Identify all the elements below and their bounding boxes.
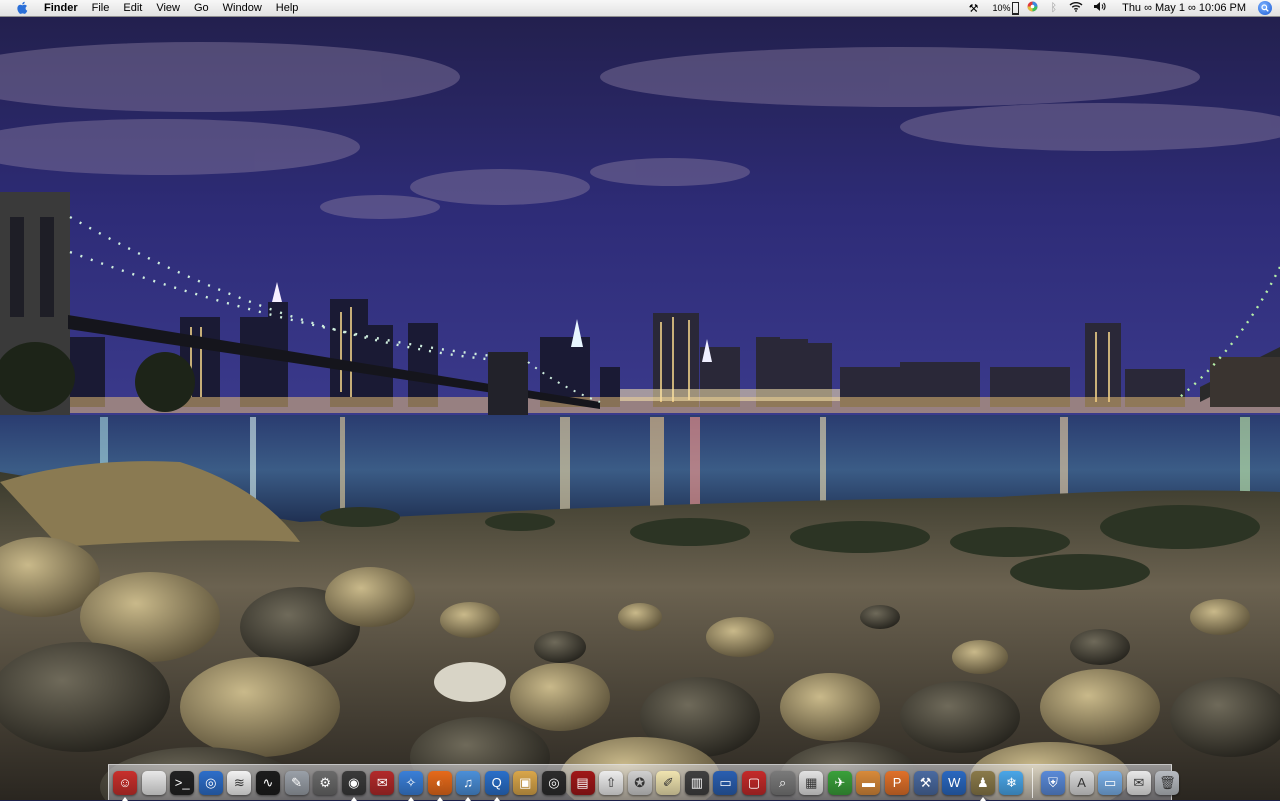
menu-extras: ⚒ 10% ᛒ Thu ∞ May 1 ∞ 10:06 PM — [961, 0, 1280, 16]
finder-icon[interactable]: ☺ — [113, 770, 137, 801]
script-icon[interactable]: ⚙ — [313, 770, 338, 795]
mail-stack-icon[interactable]: ✉ — [1126, 770, 1151, 795]
screen-sharing-icon[interactable]: ▭ — [713, 770, 738, 795]
iphoto-icon[interactable]: ▣ — [513, 770, 538, 795]
menu-window[interactable]: Window — [216, 0, 269, 16]
trash-icon[interactable]: 🗑 — [1155, 770, 1180, 795]
applications-stack-icon[interactable]: A — [1069, 770, 1094, 795]
menu-edit[interactable]: Edit — [116, 0, 149, 16]
volume-icon[interactable] — [1093, 1, 1106, 15]
bluetooth-icon[interactable]: ᛒ — [1050, 2, 1057, 14]
cpu-percent[interactable]: 10% — [992, 3, 1010, 13]
airport-icon[interactable]: ≋ — [227, 770, 252, 795]
menu-view[interactable]: View — [149, 0, 187, 16]
desktop-wallpaper — [0, 17, 1280, 800]
pages-icon[interactable]: P — [885, 770, 910, 795]
color-wheel-icon[interactable] — [1027, 1, 1038, 15]
photo-booth-icon[interactable]: ▤ — [570, 770, 595, 795]
charts-icon[interactable]: ▦ — [799, 770, 824, 795]
menu-help[interactable]: Help — [269, 0, 306, 16]
menu-go[interactable]: Go — [187, 0, 216, 16]
activity-monitor-icon[interactable]: ∿ — [255, 770, 280, 795]
spotlight-icon[interactable] — [1258, 1, 1272, 15]
presentation-icon[interactable]: ▬ — [856, 770, 881, 795]
menu-app-name[interactable]: Finder — [40, 0, 85, 16]
network-icon[interactable]: ◎ — [198, 770, 223, 795]
apple-logo-icon[interactable] — [14, 0, 30, 16]
menu-clock[interactable]: Thu ∞ May 1 ∞ 10:06 PM — [1122, 2, 1246, 14]
ftp-icon[interactable]: ✈ — [827, 770, 852, 795]
red-app-icon[interactable]: ✪ — [627, 770, 652, 795]
itunes-icon[interactable]: ♫ — [456, 770, 481, 801]
word-icon[interactable]: W — [942, 770, 967, 795]
textedit-icon[interactable]: ✐ — [656, 770, 681, 795]
tools-icon[interactable]: ⚒ — [969, 2, 979, 15]
dock: ☺ >_ ◎ ≋ ∿ ✎ ⚙ ◉ ✉ ✧ ◐ ♫ Q ▣ ◎ ▤ ⇧ ✪ ✐ ▥ ▭ ▢ ⌕ ▦ ✈ ▬ P ⚒ W ♟ ❄ ⛨ A ▭ ✉ 🗑 — [108, 764, 1180, 801]
automator-icon[interactable]: ♟ — [970, 770, 995, 801]
dock-separator — [1032, 767, 1033, 798]
snowflake-icon[interactable]: ❄ — [999, 770, 1024, 795]
stamp-icon[interactable]: ✉ — [370, 770, 395, 795]
parallels-icon[interactable]: ▢ — [742, 770, 767, 795]
notebook-icon[interactable]: ▥ — [684, 770, 709, 795]
xcode-icon[interactable]: ⚒ — [913, 770, 938, 795]
dashboard-icon[interactable]: ◉ — [341, 770, 366, 801]
flickr-uploader-icon[interactable]: ⇧ — [599, 770, 624, 795]
aperture-icon[interactable]: ◎ — [541, 770, 566, 795]
menu-bar: Finder File Edit View Go Window Help ⚒ 1… — [0, 0, 1280, 17]
night-city-skyline-wallpaper — [0, 17, 1280, 800]
wifi-icon[interactable] — [1069, 1, 1083, 15]
menu-file[interactable]: File — [85, 0, 117, 16]
terminal-icon[interactable]: >_ — [170, 770, 195, 795]
quicktime-icon[interactable]: Q — [484, 770, 509, 801]
utility-icon[interactable]: ✎ — [284, 770, 309, 795]
magnifier-icon[interactable]: ⌕ — [770, 770, 795, 795]
battery-icon[interactable] — [1012, 1, 1020, 15]
documents-stack-icon[interactable]: ▭ — [1098, 770, 1123, 795]
safari-icon[interactable]: ✧ — [398, 770, 423, 801]
security-shield-icon[interactable]: ⛨ — [1041, 770, 1065, 795]
firefox-icon[interactable]: ◐ — [427, 770, 452, 801]
system-prefs-icon[interactable] — [141, 770, 166, 795]
